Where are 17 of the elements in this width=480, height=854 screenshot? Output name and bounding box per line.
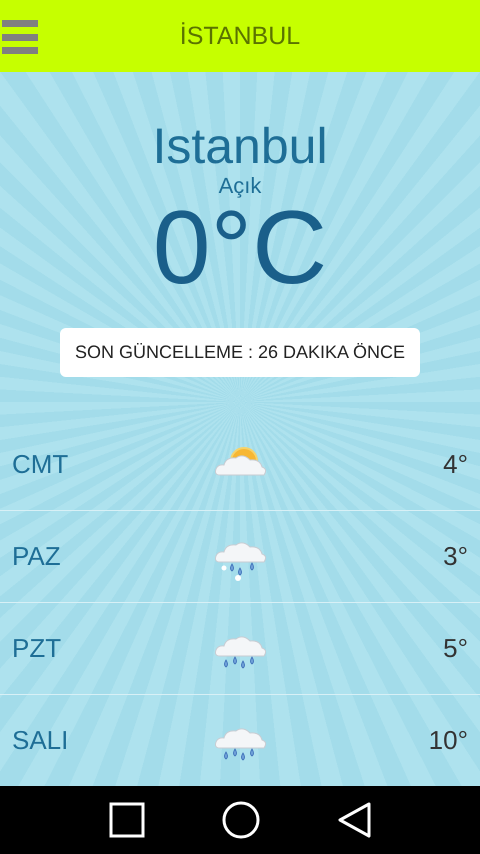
home-icon[interactable]: [222, 801, 260, 839]
current-temperature: 0°C: [152, 198, 328, 298]
menu-icon[interactable]: [2, 20, 38, 54]
app-title: İSTANBUL: [180, 22, 300, 50]
city-name: Istanbul: [152, 118, 328, 174]
forecast-day: CMT: [12, 449, 210, 480]
last-update-label: SON GÜNCELLEME : 26 DAKIKA ÖNCE: [60, 328, 420, 377]
forecast-temperature: 10°: [428, 725, 468, 756]
back-icon[interactable]: [337, 802, 372, 838]
forecast-temperature: 4°: [443, 449, 468, 480]
forecast-day: PZT: [12, 633, 210, 664]
forecast-day: PAZ: [12, 541, 210, 572]
recents-icon[interactable]: [108, 802, 145, 838]
forecast-temperature: 5°: [443, 633, 468, 664]
forecast-temperature: 3°: [443, 541, 468, 572]
weather-condition: Açık: [218, 174, 262, 198]
forecast-day: SALI: [12, 725, 210, 756]
